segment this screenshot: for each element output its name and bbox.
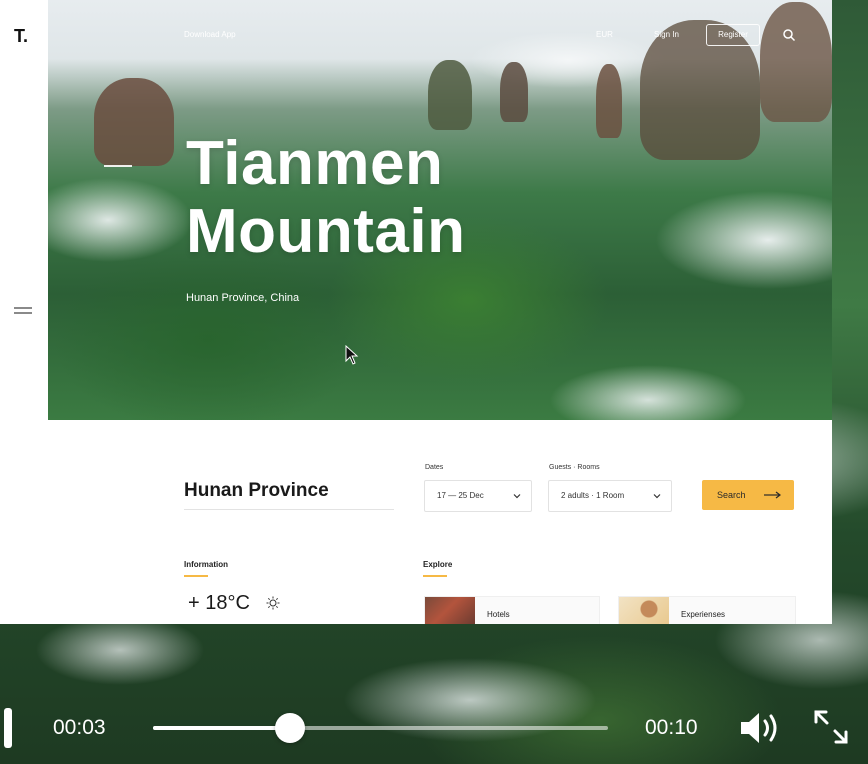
guests-select[interactable]: 2 adults · 1 Room: [548, 480, 672, 512]
rock-peak: [596, 64, 622, 138]
dates-select[interactable]: 17 — 25 Dec: [424, 480, 532, 512]
hero-accent-line: [104, 165, 132, 167]
guests-value: 2 adults · 1 Room: [561, 491, 625, 500]
volume-icon[interactable]: [739, 708, 781, 748]
sign-in-link[interactable]: Sign In: [654, 30, 679, 39]
chevron-down-icon: [513, 494, 521, 499]
video-frame-webpage: T. Download App EUR Sign In Register Tia…: [0, 0, 832, 624]
cursor-icon: [345, 345, 359, 365]
hero-title: Tianmen Mountain: [186, 130, 466, 266]
search-button[interactable]: Search: [702, 480, 794, 510]
fullscreen-icon[interactable]: [812, 708, 850, 746]
left-edge-handle[interactable]: [4, 708, 12, 748]
hero-section: Download App EUR Sign In Register Tianme…: [48, 0, 832, 420]
progress-track[interactable]: [153, 713, 608, 743]
information-underline: [184, 575, 208, 577]
destination-underline: [184, 509, 394, 510]
sidebar: T.: [0, 0, 49, 624]
destination-field[interactable]: Hunan Province: [184, 480, 329, 502]
rock-peak: [500, 62, 528, 122]
currency-selector[interactable]: EUR: [596, 30, 613, 39]
arrow-right-icon: [764, 491, 781, 499]
search-icon[interactable]: [782, 28, 796, 42]
hero-title-line2: Mountain: [186, 197, 466, 266]
rock-peak: [94, 78, 174, 166]
rock-peak: [428, 60, 472, 130]
register-button[interactable]: Register: [706, 24, 760, 46]
dates-label: Dates: [425, 464, 444, 471]
search-button-label: Search: [717, 490, 746, 500]
booking-section: Hunan Province Dates 17 — 25 Dec Guests …: [48, 420, 832, 624]
explore-label: Explore: [423, 560, 453, 569]
temperature: + 18°C: [188, 592, 250, 614]
information-label: Information: [184, 560, 228, 569]
explore-card-label: Experienses: [681, 610, 726, 619]
hero-title-line1: Tianmen: [186, 129, 444, 198]
explore-underline: [423, 575, 447, 577]
progress-thumb[interactable]: [274, 713, 305, 743]
dates-value: 17 — 25 Dec: [437, 491, 484, 500]
download-app-link[interactable]: Download App: [184, 30, 236, 39]
hotels-thumbnail: [425, 597, 475, 624]
explore-card-experiences[interactable]: Experienses: [618, 596, 796, 624]
rock-peak: [760, 2, 832, 122]
top-nav: Download App EUR Sign In Register: [48, 24, 832, 48]
hero-subtitle: Hunan Province, China: [186, 292, 300, 304]
explore-card-label: Hotels: [487, 610, 510, 619]
chevron-down-icon: [653, 494, 661, 499]
experiences-thumbnail: [619, 597, 669, 624]
guests-label: Guests · Rooms: [549, 464, 600, 471]
sun-icon: [266, 596, 280, 610]
logo[interactable]: T.: [14, 26, 28, 47]
explore-card-hotels[interactable]: Hotels: [424, 596, 600, 624]
progress-fill: [153, 726, 290, 730]
video-controls: 00:03 00:10: [0, 690, 868, 764]
menu-icon[interactable]: [14, 307, 32, 316]
current-time: 00:03: [53, 716, 106, 739]
duration: 00:10: [645, 716, 698, 739]
